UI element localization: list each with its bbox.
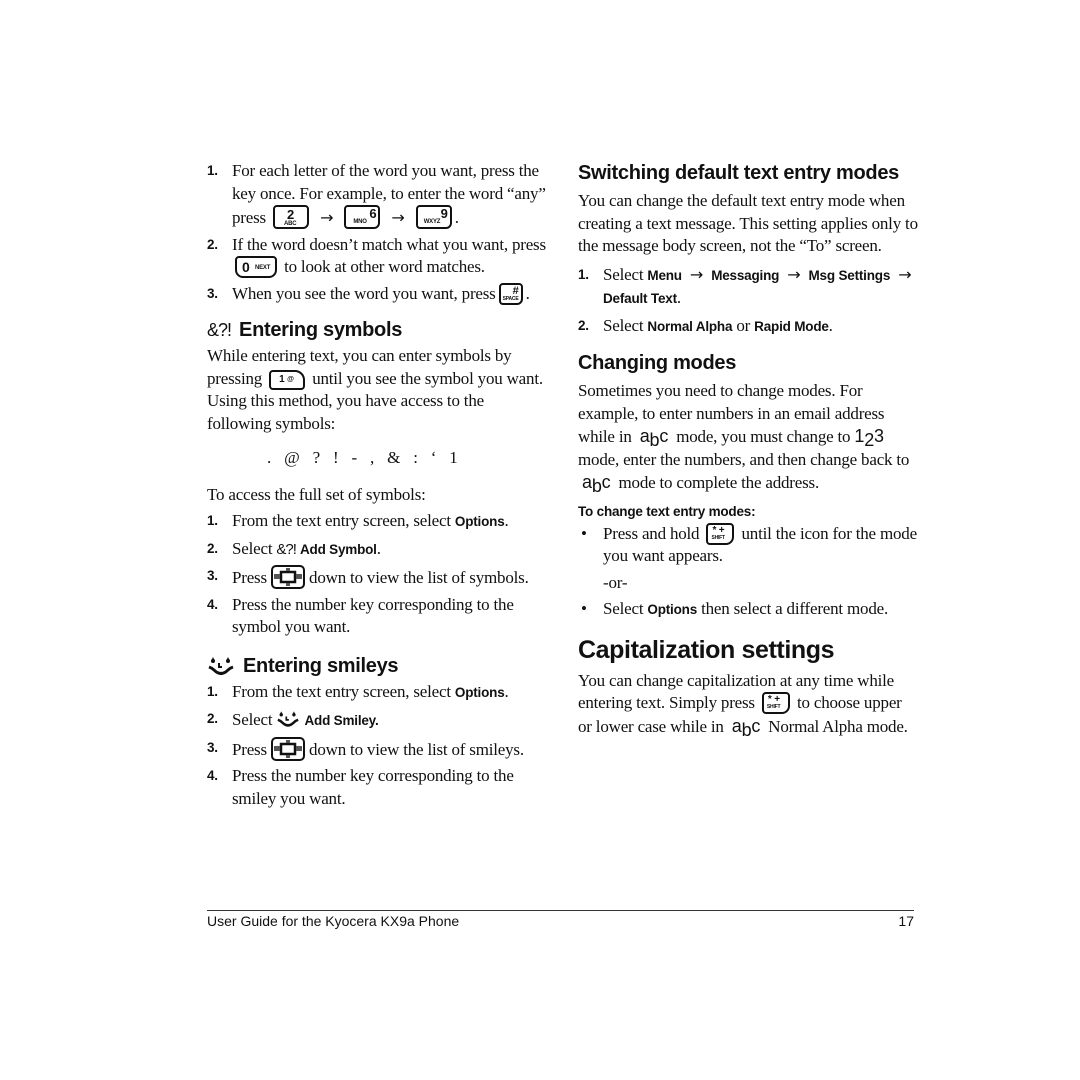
- options-label: Options: [454, 514, 505, 529]
- change-modes-list: • Press and hold * + SHIFT until the icon…: [578, 522, 918, 568]
- page-number: 17: [898, 913, 914, 929]
- step-item: 2. Select Normal Alpha or Rapid Mode.: [578, 315, 833, 335]
- entering-smileys-heading: Entering smileys: [207, 653, 547, 679]
- step-item: 3. When you see the word you want, press…: [207, 282, 530, 305]
- rapid-mode-label: Rapid Mode: [754, 318, 829, 334]
- step-item: 3. Press down to view the list of symbol…: [207, 565, 547, 590]
- changing-modes-heading: Changing modes: [578, 352, 737, 374]
- symbols-icon: &?!: [207, 320, 232, 340]
- add-symbol-label: Add Symbol: [299, 541, 377, 557]
- nav-key-icon: [271, 737, 305, 761]
- access-text: To access the full set of symbols:: [207, 484, 426, 504]
- shift-key-icon: * + SHIFT: [706, 522, 735, 545]
- switching-steps: 1. Select Menu → Messaging → Msg Setting…: [578, 264, 918, 339]
- shift-key-icon: * + SHIFT: [761, 692, 790, 714]
- or-separator: -or-: [603, 572, 628, 592]
- 123-mode-icon: 123: [854, 426, 884, 450]
- symbols-steps: 1. From the text entry screen, select Op…: [207, 510, 547, 639]
- options-label: Options: [454, 684, 505, 700]
- normal-alpha-label: Normal Alpha: [647, 318, 733, 334]
- symbols-list: . @ ? ! - , & : ‘ 1: [267, 448, 458, 467]
- bullet-item: • Press and hold * + SHIFT until the icon…: [581, 522, 917, 565]
- footer-title: User Guide for the Kyocera KX9a Phone: [207, 913, 460, 929]
- step-item: 2. If the word doesn’t match what you wa…: [207, 234, 546, 278]
- menu-path-msg-settings: Msg Settings: [808, 267, 891, 283]
- key-6-mno-icon: 6 MNO: [344, 205, 381, 229]
- key-0-next-icon: 0 NEXT: [235, 256, 277, 278]
- step-item: 1. For each letter of the word you want,…: [207, 161, 546, 229]
- right-column: Switching default text entry modes You c…: [578, 160, 918, 740]
- change-modes-subheading: To change text entry modes:: [578, 503, 756, 519]
- left-column: 1. For each letter of the word you want,…: [207, 160, 547, 814]
- change-modes-list-2: • Select Options then select a different…: [578, 598, 918, 622]
- menu-path-default-text: Default Text: [603, 291, 677, 306]
- capitalization-heading: Capitalization settings: [578, 635, 835, 664]
- step-item: 1. From the text entry screen, select Op…: [207, 511, 509, 530]
- nav-key-icon: [271, 565, 305, 589]
- capitalization-paragraph: You can change capitalization at any tim…: [578, 670, 908, 740]
- switching-modes-heading: Switching default text entry modes: [578, 162, 899, 184]
- step-item: 1. From the text entry screen, select Op…: [207, 681, 509, 701]
- word-entry-steps: 1. For each letter of the word you want,…: [207, 160, 547, 305]
- step-item: 2. Select Add Smiley.: [207, 708, 379, 730]
- switching-paragraph: You can change the default text entry mo…: [578, 191, 918, 255]
- abc-mode-icon: abc: [639, 426, 669, 450]
- symbols-icon: &?!: [276, 540, 296, 558]
- step-item: 4. Press the number key corresponding to…: [207, 594, 514, 637]
- key-pound-space-icon: # SPACE: [498, 282, 523, 305]
- smileys-steps: 1. From the text entry screen, select Op…: [207, 681, 547, 811]
- bullet-item: • Select Options then select a different…: [581, 599, 889, 618]
- menu-path-menu: Menu: [647, 267, 682, 283]
- abc-mode-icon: abc: [582, 472, 611, 496]
- smiley-icon: [276, 708, 300, 730]
- page-footer: User Guide for the Kyocera KX9a Phone 17: [207, 910, 914, 929]
- entering-symbols-heading: &?! Entering symbols: [207, 319, 403, 341]
- smiley-icon: [207, 653, 235, 679]
- symbols-paragraph: While entering text, you can enter symbo…: [207, 346, 543, 433]
- changing-modes-paragraph: Sometimes you need to change modes. For …: [578, 381, 910, 496]
- step-item: 1. Select Menu → Messaging → Msg Setting…: [578, 264, 912, 308]
- options-label: Options: [647, 602, 698, 617]
- add-smiley-label: Add Smiley.: [304, 713, 379, 728]
- key-2-abc-icon: 2 ABC: [273, 205, 310, 229]
- step-item: 4. Press the number key corresponding to…: [207, 766, 514, 808]
- menu-path-messaging: Messaging: [711, 267, 780, 283]
- key-1-symbols-icon: 1 @: [269, 369, 306, 390]
- step-item: 2. Select &?! Add Symbol.: [207, 538, 381, 558]
- key-9-wxyz-icon: 9 WXYZ: [415, 205, 452, 229]
- abc-mode-icon: abc: [731, 715, 761, 740]
- step-item: 3. Press down to view the list of smiley…: [207, 737, 547, 762]
